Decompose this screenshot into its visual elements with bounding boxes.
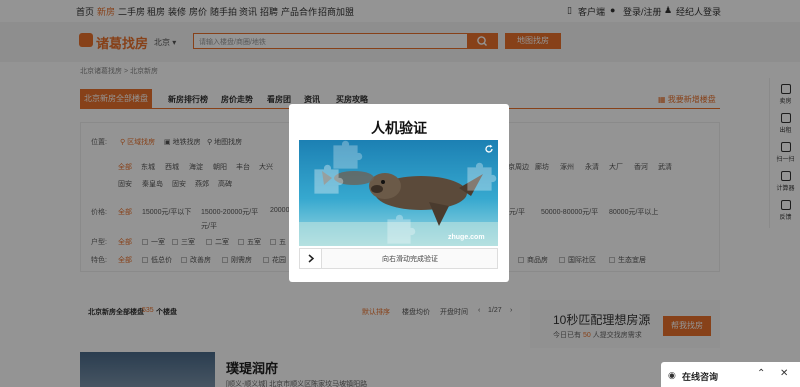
chevron-right-icon [308, 254, 315, 263]
captcha-slider-hint: 向右滑动完成验证 [382, 256, 438, 263]
close-icon[interactable]: ✕ [780, 368, 788, 379]
chat-icon: ◉ [668, 370, 676, 380]
sea-lion-photo [299, 140, 498, 246]
watermark: zhuge.com [448, 234, 485, 241]
captcha-title: 人机验证 [371, 120, 427, 136]
chevron-up-icon[interactable]: ⌃ [757, 368, 765, 379]
refresh-icon[interactable] [484, 144, 494, 154]
captcha-image [299, 140, 498, 246]
page-root: 首页 新房 二手房 租房 装修 房价 随手拍 资讯 招聘 产品合作 招商加盟 ▯… [0, 0, 800, 387]
captcha-slider-handle[interactable] [299, 248, 322, 269]
chat-label: 在线咨询 [682, 372, 719, 382]
